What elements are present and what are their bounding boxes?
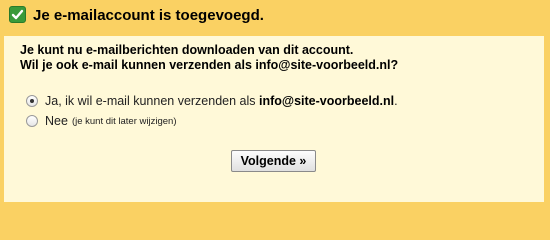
dialog-header: Je e-mailaccount is toegevoegd. [0,0,550,36]
intro-text: Je kunt nu e-mailberichten downloaden va… [20,43,398,73]
radio-yes[interactable] [26,95,38,107]
option-yes[interactable]: Ja, ik wil e-mail kunnen verzenden als i… [26,94,398,108]
checkmark-icon [9,6,26,23]
intro-line-1: Je kunt nu e-mailberichten downloaden va… [20,43,354,57]
option-no-hint: (je kunt dit later wijzigen) [71,115,177,127]
option-no-label: Nee [45,114,68,128]
account-added-dialog: Je e-mailaccount is toegevoegd. Je kunt … [0,0,550,206]
option-yes-label-suffix: . [394,94,398,108]
dialog-title: Je e-mailaccount is toegevoegd. [33,7,264,24]
option-yes-label-prefix: Ja, ik wil e-mail kunnen verzenden als [45,94,259,108]
next-button[interactable]: Volgende » [231,150,316,172]
dialog-panel: Je kunt nu e-mailberichten downloaden va… [4,36,544,202]
radio-no[interactable] [26,115,38,127]
option-yes-label: Ja, ik wil e-mail kunnen verzenden als i… [45,94,398,108]
intro-line-2: Wil je ook e-mail kunnen verzenden als i… [20,58,399,72]
option-no[interactable]: Nee (je kunt dit later wijzigen) [26,114,176,128]
option-yes-email: info@site-voorbeeld.nl [259,94,395,108]
